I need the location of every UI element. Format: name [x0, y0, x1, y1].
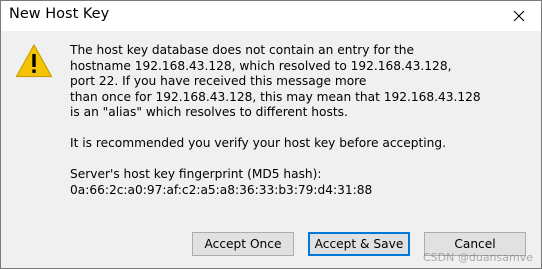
close-button[interactable]: [497, 1, 541, 31]
message-line: hostname 192.168.43.128, which resolved …: [70, 58, 452, 73]
message-line: is an "alias" which resolves to differen…: [70, 105, 348, 119]
title-bar: New Host Key: [1, 1, 541, 31]
accept-once-button[interactable]: Accept Once: [192, 232, 294, 256]
message-text: The host key database does not contain a…: [70, 43, 530, 198]
accept-and-save-button[interactable]: Accept & Save: [308, 232, 410, 256]
message-line: port 22. If you have received this messa…: [70, 74, 367, 88]
new-host-key-dialog: New Host Key The host key database does …: [0, 0, 542, 269]
close-icon: [513, 10, 525, 22]
window-title: New Host Key: [9, 6, 110, 22]
fingerprint-value: 0a:66:2c:a0:97:af:c2:a5:a8:36:33:b3:79:d…: [70, 182, 373, 197]
fingerprint-label: Server's host key fingerprint (MD5 hash)…: [70, 167, 322, 181]
watermark-text: CSDN @duansamve: [423, 251, 533, 264]
recommendation-text: It is recommended you verify your host k…: [70, 136, 446, 150]
dialog-body: The host key database does not contain a…: [1, 31, 541, 268]
message-line: than once for 192.168.43.128, this may m…: [70, 89, 481, 104]
message-line: The host key database does not contain a…: [70, 43, 414, 57]
warning-icon: [15, 44, 53, 78]
